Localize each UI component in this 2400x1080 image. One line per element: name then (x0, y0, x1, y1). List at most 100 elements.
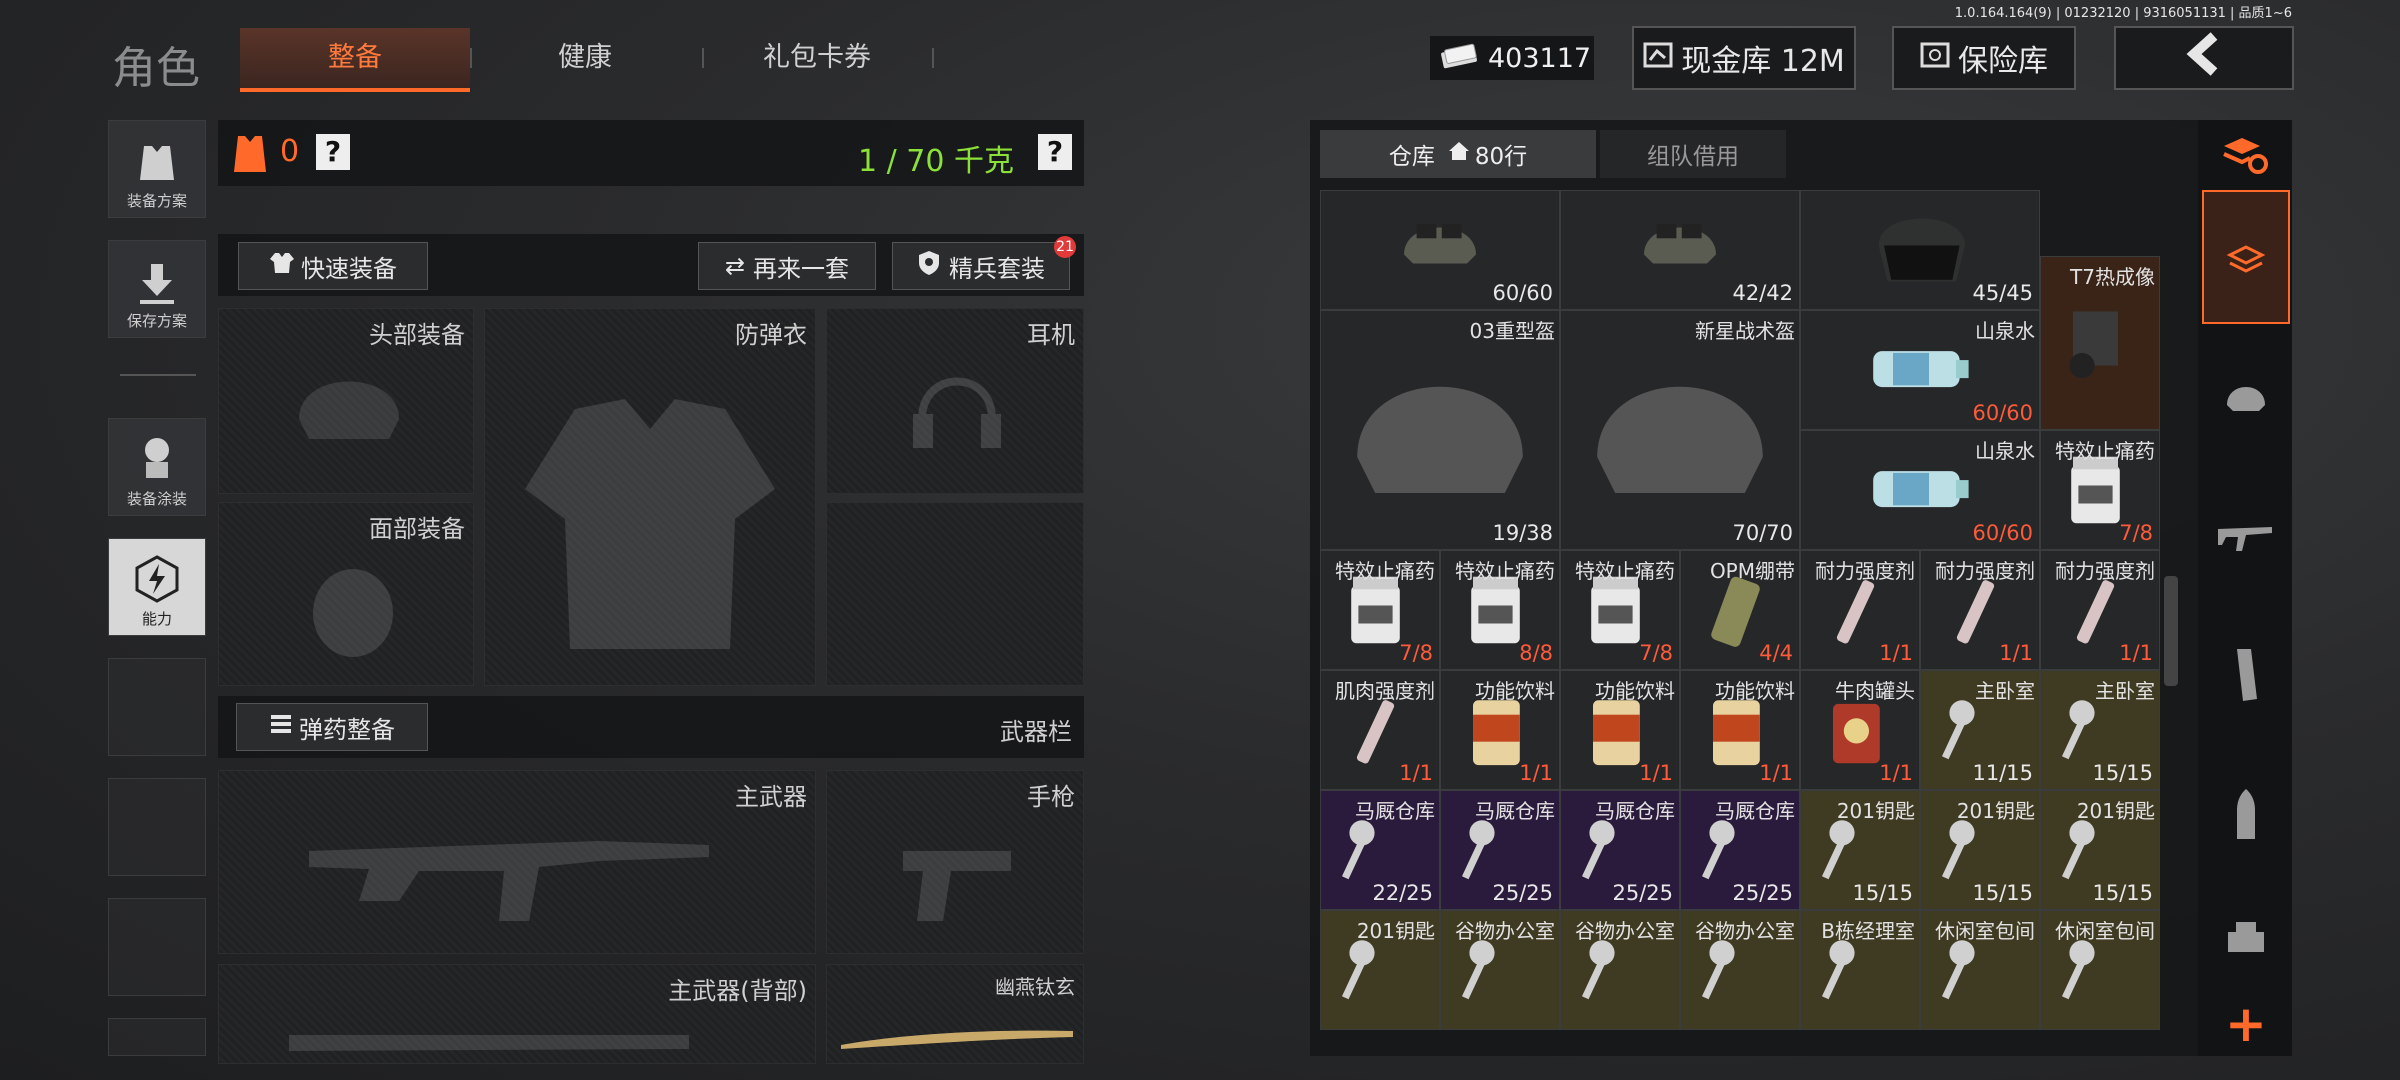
inventory-item[interactable]: 马厩仓库 25/25 (1440, 790, 1560, 910)
slot-label: 防弹衣 (735, 321, 807, 349)
back-button[interactable] (2114, 26, 2294, 90)
tab-warehouse[interactable]: 仓库 80行 (1320, 130, 1596, 178)
quick-equip-button[interactable]: 快速装备 (238, 242, 428, 290)
inventory-item[interactable]: 新星战术盔 70/70 (1560, 310, 1800, 550)
inventory-item[interactable]: 45/45 (1800, 190, 2040, 310)
inventory-item[interactable]: 山泉水 60/60 (1800, 310, 2040, 430)
inventory-item[interactable]: 201钥匙 (1320, 910, 1440, 1030)
inventory-item[interactable]: B栋经理室 (1800, 910, 1920, 1030)
inventory-item[interactable]: 休闲室包间 (2040, 910, 2160, 1030)
primary-weapon-slot[interactable]: 主武器 (218, 770, 816, 954)
inventory-item[interactable]: 谷物办公室 (1680, 910, 1800, 1030)
weapon-bar-label: 武器栏 (1000, 718, 1072, 746)
vest-plan-icon (134, 140, 180, 190)
inventory-item[interactable]: 特效止痛药 7/8 (1320, 550, 1440, 670)
filter-magazine[interactable] (2202, 610, 2290, 744)
head-gear-slot[interactable]: 头部装备 (218, 308, 474, 494)
tab-team-borrow[interactable]: 组队借用 (1600, 130, 1786, 178)
inventory-item[interactable]: 60/60 (1320, 190, 1560, 310)
inventory-item[interactable]: 马厩仓库 25/25 (1560, 790, 1680, 910)
inventory-item[interactable]: 42/42 (1560, 190, 1800, 310)
skin-paint-button[interactable]: 装备涂装 (108, 418, 206, 516)
ammo-list-icon (269, 713, 293, 741)
inventory-item[interactable]: 休闲室包间 (1920, 910, 2040, 1030)
inventory-item[interactable]: 特效止痛药 7/8 (2040, 430, 2160, 550)
inventory-item[interactable]: 耐力强度剂 1/1 (1920, 550, 2040, 670)
item-count: 19/38 (1492, 521, 1553, 545)
inventory-item[interactable]: 耐力强度剂 1/1 (1800, 550, 1920, 670)
save-plan-button[interactable]: 保存方案 (108, 240, 206, 338)
item-count: 1/1 (2119, 641, 2153, 665)
item-count: 1/1 (1399, 761, 1433, 785)
inventory-item[interactable]: 201钥匙 15/15 (1800, 790, 1920, 910)
item-name: 201钥匙 (2076, 799, 2155, 823)
weight-help-button[interactable]: ? (1038, 134, 1072, 170)
elite-kit-button[interactable]: 精兵套装 (892, 242, 1070, 290)
armor-help-button[interactable]: ? (316, 134, 350, 170)
item-name: T7热成像 (2070, 265, 2155, 289)
item-name: 03重型盔 (1469, 319, 1555, 343)
inventory-item[interactable]: T7热成像 (2040, 256, 2160, 430)
body-armor-slot[interactable]: 防弹衣 (484, 308, 816, 686)
inventory-item[interactable]: OPM绷带 4/4 (1680, 550, 1800, 670)
headset-slot[interactable]: 耳机 (826, 308, 1084, 494)
inventory-item[interactable]: 主卧室 15/15 (2040, 670, 2160, 790)
tab-divider (470, 48, 472, 68)
inventory-item[interactable]: 肌肉强度剂 1/1 (1320, 670, 1440, 790)
item-count: 1/1 (1879, 641, 1913, 665)
inventory-item[interactable]: 特效止痛药 8/8 (1440, 550, 1560, 670)
tab-warehouse-label: 仓库 (1388, 144, 1435, 170)
tab-health[interactable]: 健康 (480, 28, 690, 88)
filter-scope[interactable] (2202, 890, 2290, 990)
pistol-slot[interactable]: 手枪 (826, 770, 1084, 954)
ability-button[interactable]: 能力 (108, 538, 206, 636)
item-name: 马厩仓库 (1715, 799, 1795, 823)
tab-equip[interactable]: 整备 (240, 28, 470, 92)
warehouse-scrollbar[interactable] (2164, 576, 2178, 686)
sidebar-item-label: 装备涂装 (126, 490, 187, 508)
melee-slot[interactable]: 幽燕钛玄 (826, 964, 1084, 1064)
equip-again-button[interactable]: ⇄ 再来一套 (698, 242, 876, 290)
tab-gift-vouchers[interactable]: 礼包卡券 (712, 28, 922, 88)
inventory-item[interactable]: 牛肉罐头 1/1 (1800, 670, 1920, 790)
filter-ammo[interactable] (2202, 750, 2290, 884)
inventory-item[interactable]: 201钥匙 15/15 (1920, 790, 2040, 910)
empty-sidebar-slot (108, 1018, 206, 1056)
cash-store-button[interactable]: 现金库 12M (1632, 26, 1856, 90)
headset-icon (913, 377, 1001, 448)
helmet-icon (2223, 375, 2269, 419)
filter-helmet[interactable] (2202, 330, 2290, 464)
inventory-item[interactable]: 功能饮料 1/1 (1440, 670, 1560, 790)
inventory-item[interactable]: 谷物办公室 (1440, 910, 1560, 1030)
inventory-item[interactable]: 主卧室 11/15 (1920, 670, 2040, 790)
inventory-item[interactable]: 03重型盔 19/38 (1320, 310, 1560, 550)
face-gear-slot[interactable]: 面部装备 (218, 502, 474, 686)
tab-divider (932, 48, 934, 68)
rifle-icon (309, 841, 709, 921)
ammo-equip-label: 弹药整备 (299, 715, 395, 744)
shield-icon (917, 250, 941, 282)
inventory-item[interactable]: 马厩仓库 22/25 (1320, 790, 1440, 910)
inventory-item[interactable]: 功能饮料 1/1 (1680, 670, 1800, 790)
inventory-item[interactable]: 功能饮料 1/1 (1560, 670, 1680, 790)
item-name: 谷物办公室 (1575, 919, 1675, 943)
inventory-item[interactable]: 特效止痛药 7/8 (1560, 550, 1680, 670)
item-name: 耐力强度剂 (1815, 559, 1915, 583)
inventory-item[interactable]: 马厩仓库 25/25 (1680, 790, 1800, 910)
item-name: 功能饮料 (1715, 679, 1795, 703)
sort-button[interactable] (2204, 120, 2286, 192)
inventory-item[interactable]: 谷物办公室 (1560, 910, 1680, 1030)
inventory-item[interactable]: 耐力强度剂 1/1 (2040, 550, 2160, 670)
loadout-plan-button[interactable]: 装备方案 (108, 120, 206, 218)
page-title: 角色 (112, 43, 200, 94)
inventory-item[interactable]: 山泉水 60/60 (1800, 430, 2040, 550)
currency-display: 403117 (1430, 36, 1594, 80)
add-button[interactable]: + (2202, 994, 2290, 1054)
safe-button[interactable]: 保险库 (1892, 26, 2076, 90)
primary-back-slot[interactable]: 主武器(背部) (218, 964, 816, 1064)
ammo-equip-button[interactable]: 弹药整备 (236, 703, 428, 751)
filter-stash[interactable] (2202, 190, 2290, 324)
filter-rifle[interactable] (2202, 470, 2290, 604)
inventory-item[interactable]: 201钥匙 15/15 (2040, 790, 2160, 910)
item-count: 15/15 (2092, 761, 2153, 785)
